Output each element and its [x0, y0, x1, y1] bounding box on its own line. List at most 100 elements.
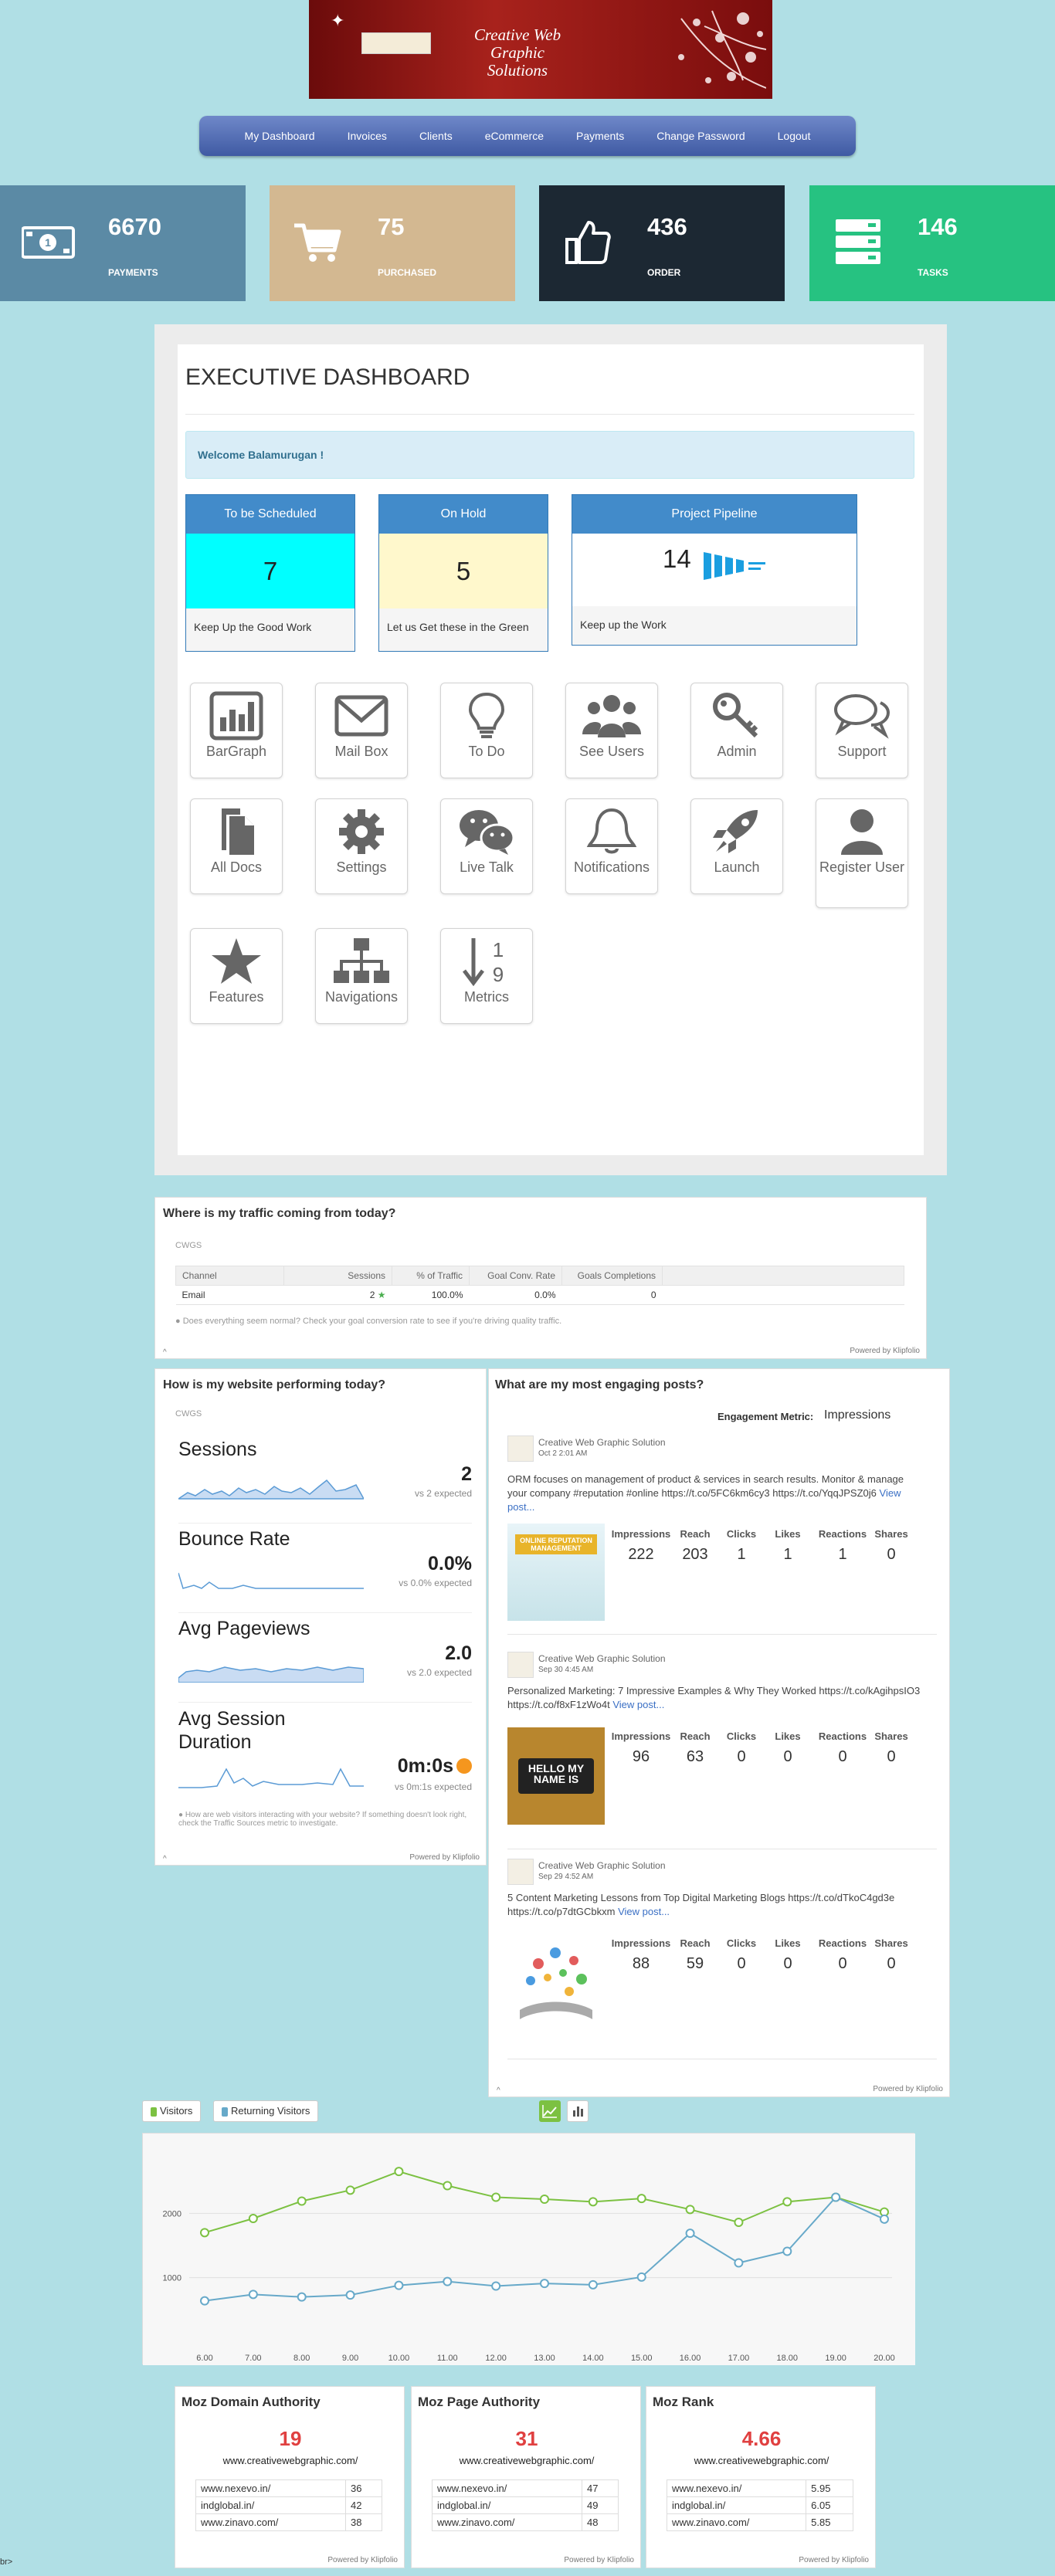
metric-name: Avg Pageviews	[178, 1618, 310, 1639]
cell: 47	[582, 2479, 619, 2497]
banner-logo	[361, 32, 431, 54]
data-point	[345, 2185, 355, 2195]
engagement-metric-label: Engagement Metric:	[717, 1411, 814, 1422]
stat-value: 6670	[108, 213, 161, 240]
line-chart-toggle-button[interactable]	[539, 2100, 561, 2122]
stat-value: 1	[783, 1546, 792, 1563]
nav-ecommerce[interactable]: eCommerce	[469, 130, 560, 142]
moz-value: 31	[515, 2427, 538, 2450]
nav-my-dashboard[interactable]: My Dashboard	[229, 130, 331, 142]
table-row: www.nexevo.in/36	[195, 2479, 382, 2497]
moz-domain-authority: Moz Domain Authority 19 www.creativewebg…	[175, 2386, 405, 2568]
stat-header: Impressions	[611, 1937, 671, 1949]
tile-label: Features	[209, 989, 264, 1005]
tile-bargraph[interactable]: BarGraph	[190, 683, 283, 778]
data-point	[443, 2276, 453, 2286]
stat-card-payments[interactable]: 1 6670 PAYMENTS	[0, 185, 246, 301]
warning-indicator-icon	[456, 1758, 472, 1774]
tile-features[interactable]: Features	[190, 928, 283, 1024]
stat-value: 0	[838, 1955, 847, 1972]
on-hold-box[interactable]: On Hold 5 Let us Get these in the Green	[378, 494, 548, 652]
bar-graph-icon	[209, 691, 263, 741]
table-row: indglobal.in/6.05	[666, 2496, 853, 2514]
post-stats: Impressions Reach Clicks Likes Reactions Shar…	[611, 1937, 909, 1973]
nav-logout[interactable]: Logout	[762, 130, 827, 142]
collapse-icon[interactable]: ^	[163, 1855, 167, 1863]
stat-card-purchased[interactable]: 75 PURCHASED	[270, 185, 515, 301]
money-icon: 1	[22, 226, 75, 259]
nav-clients[interactable]: Clients	[403, 130, 469, 142]
tile-label: See Users	[578, 744, 645, 759]
tile-mail-box[interactable]: Mail Box	[315, 683, 408, 778]
post-item: Creative Web Graphic Solution Oct 2 2:01…	[507, 1435, 937, 1635]
moz-title: Moz Rank	[653, 2395, 714, 2409]
tile-register-user[interactable]: Register User	[816, 798, 908, 908]
tile-label: Metrics	[464, 989, 509, 1005]
bounce-sparkline	[178, 1572, 364, 1589]
collapse-icon[interactable]: ^	[497, 2086, 500, 2095]
tile-label: Launch	[714, 859, 760, 875]
tile-launch[interactable]: Launch	[690, 798, 783, 894]
cell: www.nexevo.in/	[195, 2479, 346, 2497]
visitors-swatch-icon	[151, 2107, 157, 2117]
stat-value: 0	[887, 1955, 896, 1972]
project-pipeline-box[interactable]: Project Pipeline 14 Keep up the Work	[572, 494, 857, 646]
post-text: Personalized Marketing: 7 Impressive Exa…	[507, 1685, 921, 1710]
stat-value: 0	[783, 1955, 792, 1972]
cell: www.zinavo.com/	[195, 2513, 346, 2531]
y-tick-label: 1000	[163, 2274, 181, 2283]
cell: 5.85	[806, 2513, 853, 2531]
metric-sessions: Sessions 2 vs 2 expected	[178, 1439, 472, 1524]
stat-header: Reach	[680, 1937, 711, 1949]
tile-see-users[interactable]: See Users	[565, 683, 658, 778]
banner-title: Creative Web Graphic Solutions	[473, 25, 561, 80]
tile-to-do[interactable]: To Do	[440, 683, 533, 778]
stat-value: 203	[682, 1546, 708, 1563]
table-row: www.nexevo.in/47	[432, 2479, 619, 2497]
stat-header: Likes	[775, 1937, 801, 1949]
engagement-metric-select[interactable]: Impressions	[824, 1408, 890, 1422]
sitemap-icon	[334, 938, 389, 983]
returning-swatch-icon	[222, 2107, 228, 2117]
tile-settings[interactable]: Settings	[315, 798, 408, 894]
collapse-icon[interactable]: ^	[163, 1348, 167, 1357]
cell: 49	[582, 2496, 619, 2514]
mail-icon	[334, 695, 388, 737]
view-post-link[interactable]: View post...	[618, 1906, 670, 1917]
moz-url: www.creativewebgraphic.com/	[459, 2455, 595, 2466]
legend-visitors[interactable]: Visitors	[142, 2100, 202, 2122]
tile-support[interactable]: Support	[816, 683, 908, 778]
legend-returning-visitors[interactable]: Returning Visitors	[213, 2100, 319, 2122]
bird-icon: ✦	[331, 11, 345, 30]
metric-value: 0m:0s	[397, 1755, 453, 1777]
stat-card-order[interactable]: 436 ORDER	[539, 185, 785, 301]
tile-notifications[interactable]: Notifications	[565, 798, 658, 894]
stat-card-tasks[interactable]: 146 TASKS	[809, 185, 1055, 301]
stat-header: Reach	[680, 1730, 711, 1742]
tile-label: All Docs	[210, 859, 262, 875]
view-post-link[interactable]: View post...	[612, 1699, 664, 1710]
tile-admin[interactable]: Admin	[690, 683, 783, 778]
nav-change-password[interactable]: Change Password	[640, 130, 761, 142]
stat-header: Likes	[775, 1528, 801, 1540]
tile-label: Navigations	[324, 989, 399, 1005]
bar-chart-toggle-button[interactable]	[567, 2100, 589, 2122]
tile-all-docs[interactable]: All Docs	[190, 798, 283, 894]
data-point	[636, 2194, 646, 2204]
welcome-alert: Welcome Balamurugan !	[185, 431, 914, 479]
tile-live-talk[interactable]: Live Talk	[440, 798, 533, 894]
nav-payments[interactable]: Payments	[560, 130, 640, 142]
cell: 36	[345, 2479, 382, 2497]
tile-metrics[interactable]: 19 Metrics	[440, 928, 533, 1024]
tile-navigations[interactable]: Navigations	[315, 928, 408, 1024]
stat-value: 0	[887, 1748, 896, 1765]
nav-invoices[interactable]: Invoices	[331, 130, 403, 142]
to-be-scheduled-box[interactable]: To be Scheduled 7 Keep Up the Good Work	[185, 494, 355, 652]
thumbs-up-icon	[565, 221, 611, 264]
tile-label: Register User	[819, 859, 905, 875]
table-row: www.zinavo.com/38	[195, 2513, 382, 2531]
column-header: Sessions	[283, 1266, 392, 1286]
performance-hint: ● How are web visitors interacting with …	[178, 1811, 467, 1828]
sort-numeric-icon: 19	[463, 938, 504, 986]
stat-value: 146	[918, 213, 958, 240]
